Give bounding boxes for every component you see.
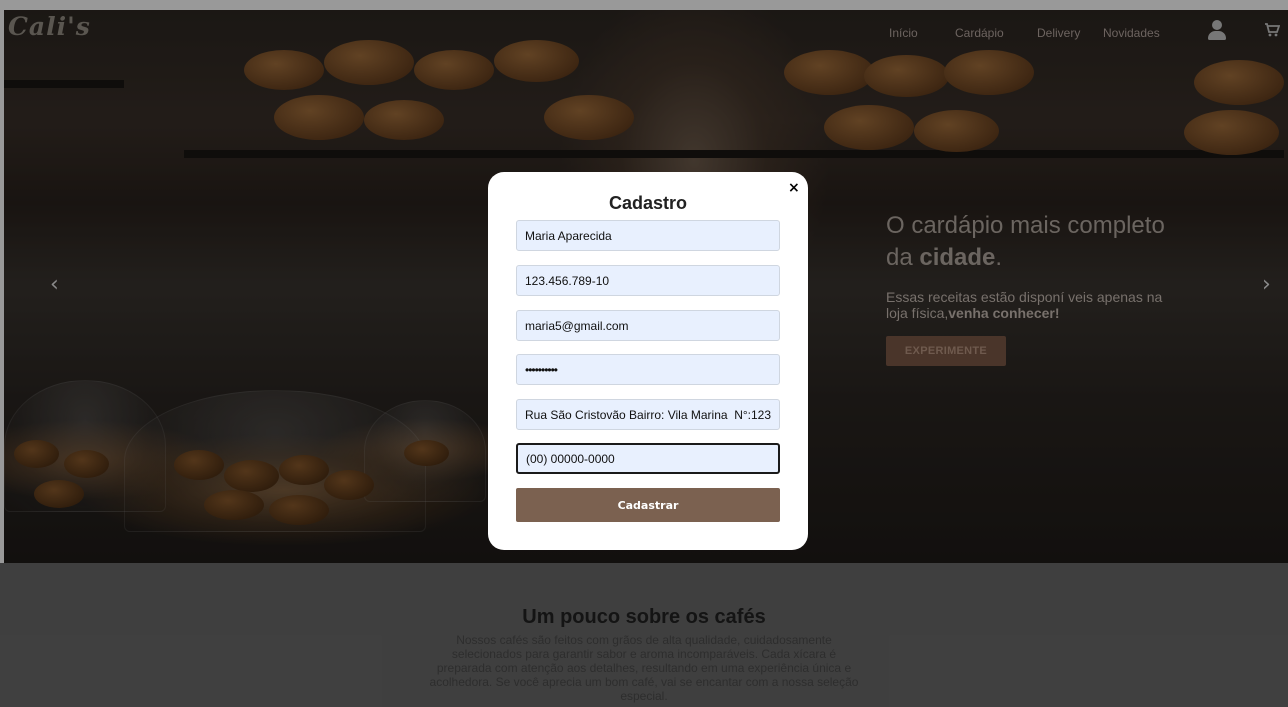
cadastrar-button[interactable]: Cadastrar xyxy=(516,488,780,522)
address-field[interactable] xyxy=(516,399,780,430)
modal-title: Cadastro xyxy=(608,193,688,213)
promo-text: Essas receitas estão disponí veis apenas… xyxy=(886,289,1163,321)
experimente-button[interactable]: EXPERIMENTE xyxy=(886,336,1006,366)
email-field[interactable] xyxy=(516,310,780,341)
carousel-next-icon[interactable]: › xyxy=(1262,272,1271,297)
nav-link-cardapio[interactable]: Cardápio xyxy=(955,26,1004,40)
phone-field[interactable] xyxy=(516,443,780,474)
promo-title: O cardápio mais completo da cidade. xyxy=(886,212,1165,271)
cpf-field[interactable] xyxy=(516,265,780,296)
signup-modal: × Cadastro Cadastrar xyxy=(488,172,808,550)
name-field[interactable] xyxy=(516,220,780,251)
page: Um pouco sobre os cafés Nossos cafés são… xyxy=(0,0,1288,707)
nav-link-inicio[interactable]: Início xyxy=(889,26,918,40)
nav-link-novidades[interactable]: Novidades xyxy=(1103,26,1160,40)
carousel-prev-icon[interactable]: ‹ xyxy=(50,272,59,297)
password-field[interactable] xyxy=(516,354,780,385)
cart-icon[interactable] xyxy=(1264,22,1281,38)
user-icon[interactable] xyxy=(1207,20,1227,42)
logo[interactable]: Cali's xyxy=(8,12,91,41)
nav-link-delivery[interactable]: Delivery xyxy=(1037,26,1080,40)
